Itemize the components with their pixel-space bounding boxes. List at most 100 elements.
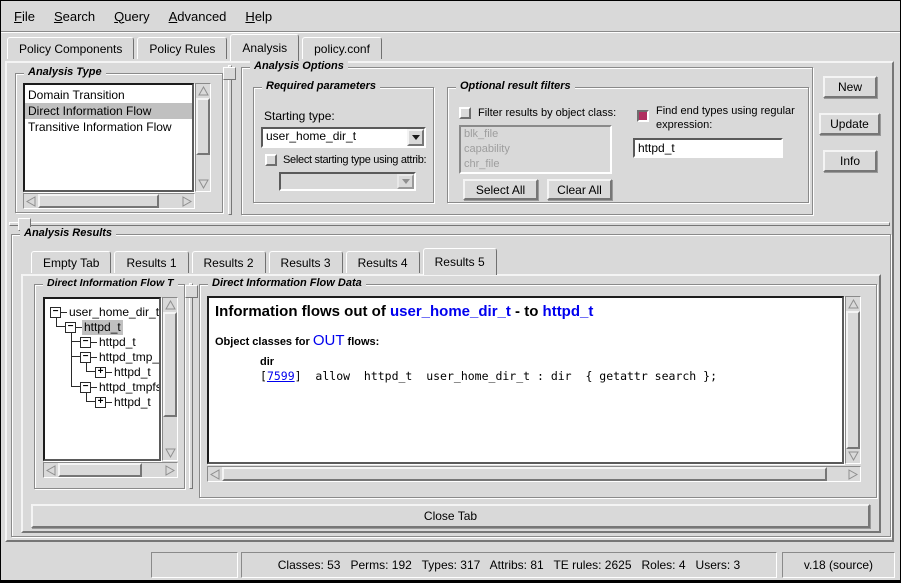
scroll-right-icon[interactable] (180, 194, 194, 208)
analysis-type-listbox[interactable]: Domain Transition Direct Information Flo… (23, 83, 194, 192)
menu-help[interactable]: Help (245, 9, 272, 24)
scrollbar-trough[interactable] (163, 312, 177, 446)
scrollbar-thumb[interactable] (222, 467, 827, 481)
tab-results-1[interactable]: Results 1 (114, 251, 188, 273)
attrib-checkbox-row[interactable]: Select starting type using attrib: (265, 154, 431, 166)
scroll-down-icon[interactable] (846, 449, 860, 463)
analysis-type-vscrollbar[interactable] (195, 83, 211, 192)
expand-icon[interactable]: + (95, 367, 106, 378)
tree-node-label[interactable]: httpd_t (97, 335, 138, 350)
combobox-dropdown-button[interactable] (397, 174, 414, 189)
vertical-sash[interactable] (228, 65, 232, 215)
scrollbar-thumb[interactable] (846, 311, 860, 449)
apol-window: File Search Query Advanced Help Policy C… (0, 0, 901, 583)
scrollbar-thumb[interactable] (38, 194, 159, 208)
sash-handle[interactable] (185, 285, 198, 298)
tab-results-5[interactable]: Results 5 (423, 248, 497, 275)
scroll-down-icon[interactable] (196, 177, 210, 191)
expand-icon[interactable]: + (95, 397, 106, 408)
regex-checkbox-row[interactable]: Find end types using regular expression: (637, 104, 799, 132)
chevron-down-icon (402, 179, 410, 188)
tab-policy-conf[interactable]: policy.conf (302, 37, 382, 59)
attrib-checkbox[interactable] (265, 154, 277, 166)
flow-data-textarea[interactable]: Information flows out of user_home_dir_t… (207, 296, 844, 464)
info-button[interactable]: Info (823, 150, 877, 172)
scrollbar-thumb[interactable] (196, 98, 210, 155)
flow-data-vscrollbar[interactable] (845, 296, 861, 464)
new-button[interactable]: New (823, 76, 877, 98)
scroll-left-icon[interactable] (208, 467, 222, 481)
menu-advanced[interactable]: Advanced (169, 9, 227, 24)
flow-tree-hscrollbar[interactable] (43, 462, 178, 478)
tree-node-label[interactable]: httpd_t (112, 365, 153, 380)
close-tab-button[interactable]: Close Tab (31, 504, 870, 528)
scroll-right-icon[interactable] (846, 467, 860, 481)
scroll-up-icon[interactable] (163, 298, 177, 312)
tree-node-label[interactable]: user_home_dir_t (67, 305, 161, 320)
scrollbar-trough[interactable] (58, 463, 163, 477)
collapse-icon[interactable]: − (80, 382, 91, 393)
flow-tree-canvas[interactable]: −user_home_dir_t−httpd_t−httpd_t−httpd_t… (43, 297, 161, 461)
object-class-checkbox[interactable] (459, 107, 471, 119)
tab-analysis[interactable]: Analysis (230, 34, 299, 61)
scrollbar-trough[interactable] (222, 467, 846, 481)
tree-node-label[interactable]: httpd_tmpfs_t (97, 380, 161, 395)
attrib-combobox-disabled[interactable] (279, 172, 416, 191)
select-all-button[interactable]: Select All (463, 179, 538, 200)
list-item-selected[interactable]: Direct Information Flow (25, 103, 192, 119)
analysis-type-hscrollbar[interactable] (23, 193, 195, 209)
collapse-icon[interactable]: − (50, 307, 61, 318)
horizontal-sash[interactable] (9, 222, 890, 226)
te-rule-line: [7599] allow httpd_t user_home_dir_t : d… (260, 369, 836, 383)
source-type: user_home_dir_t (390, 303, 511, 320)
tree-node-label[interactable]: httpd_t (112, 395, 153, 410)
results-vertical-sash[interactable] (189, 283, 193, 489)
menu-file[interactable]: File (14, 9, 35, 24)
flow-tree-vscrollbar[interactable] (162, 297, 178, 461)
menu-query[interactable]: Query (114, 9, 149, 24)
update-button[interactable]: Update (819, 113, 880, 135)
regex-checkbox-checked[interactable] (637, 110, 649, 122)
regex-checkbox-label: Find end types using regular expression: (656, 104, 799, 132)
rule-id-link[interactable]: 7599 (267, 369, 295, 383)
menu-bar: File Search Query Advanced Help (1, 1, 900, 31)
scroll-down-icon[interactable] (163, 446, 177, 460)
tree-node-label[interactable]: httpd_tmp_t (97, 350, 161, 365)
clear-all-button[interactable]: Clear All (547, 179, 612, 200)
object-class-listbox-disabled[interactable]: blk_file capability chr_file (459, 125, 612, 174)
scroll-up-icon[interactable] (846, 297, 860, 311)
collapse-icon[interactable]: − (65, 322, 76, 333)
required-parameters-title: Required parameters (262, 80, 380, 92)
tree-node-label[interactable]: httpd_t (82, 320, 123, 335)
tab-policy-components[interactable]: Policy Components (7, 37, 134, 59)
tab-results-4[interactable]: Results 4 (346, 251, 420, 273)
object-class-item: blk_file (461, 127, 610, 142)
menu-search[interactable]: Search (54, 9, 95, 24)
scrollbar-thumb[interactable] (163, 312, 177, 417)
list-item[interactable]: Transitive Information Flow (25, 119, 192, 135)
tab-results-2[interactable]: Results 2 (192, 251, 266, 273)
flow-tree-title: Direct Information Flow T (43, 277, 178, 289)
regex-input[interactable] (633, 138, 783, 158)
starting-type-combobox[interactable]: user_home_dir_t (261, 127, 426, 148)
tree-connector-line (56, 318, 65, 327)
scrollbar-trough[interactable] (38, 194, 180, 208)
object-class-checkbox-row[interactable]: Filter results by object class: (459, 107, 616, 119)
flow-data-hscrollbar[interactable] (207, 466, 861, 482)
collapse-icon[interactable]: − (80, 352, 91, 363)
scrollbar-trough[interactable] (196, 98, 210, 177)
list-item[interactable]: Domain Transition (25, 87, 192, 103)
combobox-dropdown-button[interactable] (407, 129, 424, 146)
tab-policy-rules[interactable]: Policy Rules (137, 37, 227, 59)
scrollbar-thumb[interactable] (58, 463, 142, 477)
collapse-icon[interactable]: − (80, 337, 91, 348)
scroll-left-icon[interactable] (24, 194, 38, 208)
scrollbar-trough[interactable] (846, 311, 860, 449)
scroll-right-icon[interactable] (163, 463, 177, 477)
tab-results-3[interactable]: Results 3 (269, 251, 343, 273)
starting-type-value[interactable]: user_home_dir_t (263, 129, 407, 146)
sash-handle[interactable] (223, 67, 236, 80)
scroll-left-icon[interactable] (44, 463, 58, 477)
scroll-up-icon[interactable] (196, 84, 210, 98)
tab-empty[interactable]: Empty Tab (31, 251, 111, 273)
